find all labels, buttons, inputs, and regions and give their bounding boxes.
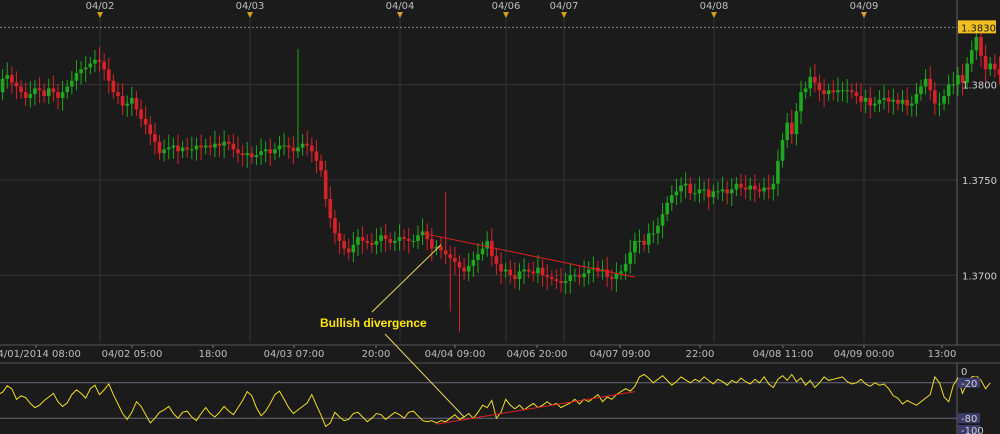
time-tick-label: 18:00 bbox=[199, 349, 228, 360]
oscillator-panel: 0-20 -80-100 bbox=[0, 362, 1000, 434]
time-tick-label: 04/06 20:00 bbox=[507, 349, 568, 360]
forex-chart: 04/02 04/03 04/04 04/06 04/07 04/08 04/09 1.38… bbox=[0, 0, 1000, 434]
annotation-bullish-divergence: Bullish divergence bbox=[320, 316, 427, 330]
price-tick-label: 1.3800 bbox=[962, 81, 997, 92]
time-tick-label: 22:00 bbox=[686, 349, 715, 360]
time-tick-label: 13:00 bbox=[928, 349, 957, 360]
session-marker-label: 04/08 bbox=[700, 1, 729, 12]
time-tick-label: 04/02 05:00 bbox=[102, 349, 163, 360]
time-tick-label: 04/07 09:00 bbox=[590, 349, 651, 360]
price-tick-label: 1.3700 bbox=[962, 271, 997, 282]
session-marker-label: 04/04 bbox=[386, 1, 415, 12]
time-tick-label: 04/08 11:00 bbox=[753, 349, 814, 360]
osc-tick-label: 0 bbox=[961, 367, 967, 378]
time-tick-label: 04/01/2014 08:00 bbox=[0, 349, 81, 360]
session-marker-label: 04/07 bbox=[550, 1, 579, 12]
osc-tick-label: -80 bbox=[961, 414, 977, 425]
osc-tick-label: -100 bbox=[961, 426, 984, 434]
time-tick-label: 04/09 00:00 bbox=[834, 349, 895, 360]
session-marker-label: 04/09 bbox=[850, 1, 879, 12]
osc-tick-label: -20 bbox=[961, 379, 977, 390]
price-tick-label: 1.3750 bbox=[962, 176, 997, 187]
session-marker-label: 04/02 bbox=[86, 1, 115, 12]
time-tick-label: 20:00 bbox=[362, 349, 391, 360]
time-tick-label: 04/03 07:00 bbox=[264, 349, 325, 360]
current-price-label: 1.38300 bbox=[961, 23, 1000, 34]
time-tick-label: 04/04 09:00 bbox=[425, 349, 486, 360]
session-marker-label: 04/06 bbox=[492, 1, 521, 12]
session-marker-label: 04/03 bbox=[236, 1, 265, 12]
